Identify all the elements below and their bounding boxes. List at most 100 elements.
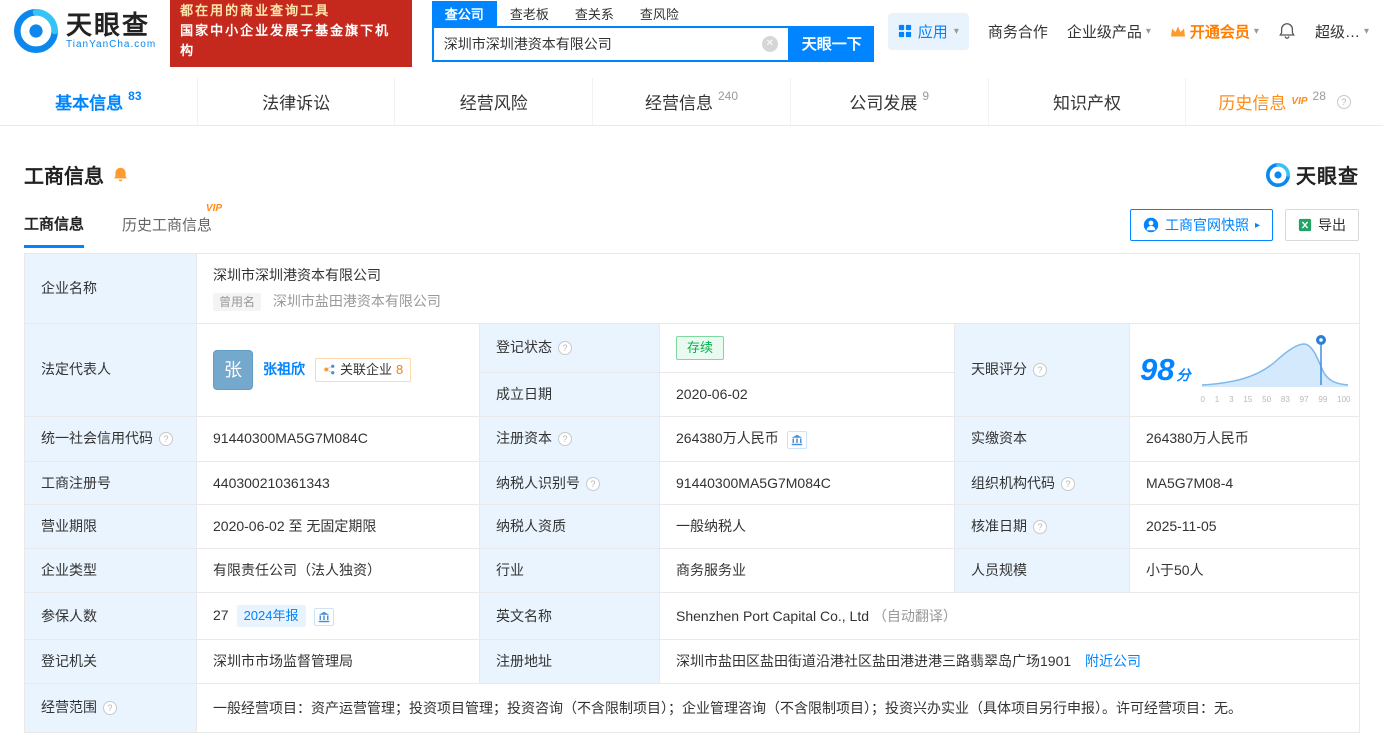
help-icon[interactable]: ?	[558, 432, 572, 447]
credit-code-label: 统一社会信用代码?	[24, 415, 197, 462]
header: 天眼查 TianYanCha.com 都在用的商业查询工具 国家中小企业发展子基…	[0, 0, 1383, 68]
industry-value: 商务服务业	[659, 548, 955, 594]
promo-banner: 都在用的商业查询工具 国家中小企业发展子基金旗下机构	[170, 0, 412, 68]
credit-code-value: 91440300MA5G7M084C	[196, 415, 480, 462]
subtab-row: 工商信息 历史工商信息 VIP 工商官网快照 ▸ 导出	[24, 203, 1359, 248]
company-type-value: 有限责任公司（法人独资）	[196, 548, 480, 594]
open-vip-button[interactable]: 开通会员 ▾	[1170, 21, 1259, 42]
help-icon[interactable]: ?	[1033, 363, 1047, 378]
tab-label: 基本信息	[55, 94, 124, 113]
taxpayer-id-label: 纳税人识别号?	[479, 460, 660, 506]
tab-history-info[interactable]: 历史信息 VIP 28 ?	[1185, 78, 1383, 125]
taxpayer-quality-label: 纳税人资质	[479, 504, 660, 550]
arrow-right-icon: ▸	[1254, 219, 1260, 231]
legal-rep-name-link[interactable]: 张祖欣	[263, 360, 305, 379]
notification-bell-icon[interactable]	[1278, 22, 1296, 40]
person-badge-icon	[1143, 217, 1159, 233]
export-button[interactable]: 导出	[1285, 209, 1359, 241]
help-icon[interactable]: ?	[558, 341, 572, 356]
status-cell: 存续	[659, 323, 955, 373]
business-scope-value: 一般经营项目：资产运营管理；投资项目管理；投资咨询（不含限制项目）；企业管理咨询…	[195, 682, 1361, 734]
chevron-down-icon: ▾	[1145, 25, 1151, 37]
table-row: 营业期限 2020-06-02 至 无固定期限 纳税人资质 一般纳税人 核准日期…	[24, 504, 1361, 550]
tianyancha-logo[interactable]: 天眼查 TianYanCha.com	[14, 9, 156, 53]
tab-label: 经营信息	[645, 94, 713, 113]
excel-icon	[1298, 218, 1312, 232]
search-button[interactable]: 天眼一下	[789, 25, 874, 62]
label-text: 企业类型	[41, 562, 97, 579]
tab-operating-risk[interactable]: 经营风险	[394, 78, 592, 125]
tab-legal-proceedings[interactable]: 法律诉讼	[196, 78, 395, 125]
insured-label: 参保人数	[24, 592, 197, 640]
tab-operating-info[interactable]: 经营信息 240	[592, 78, 790, 125]
related-count: 8	[396, 362, 404, 378]
status-label: 登记状态?	[479, 323, 660, 373]
paid-capital-label: 实缴资本	[954, 415, 1130, 462]
established-label: 成立日期	[479, 371, 660, 417]
announcement-bell-icon[interactable]	[112, 166, 129, 183]
search-tab-company[interactable]: 查公司	[431, 0, 497, 26]
search-tab-boss[interactable]: 查老板	[497, 1, 562, 26]
subtab-history-business-info[interactable]: 历史工商信息 VIP	[122, 203, 222, 246]
official-snapshot-button[interactable]: 工商官网快照 ▸	[1129, 209, 1273, 241]
apps-button[interactable]: 应用 ▾	[887, 12, 969, 50]
label-text: 英文名称	[496, 607, 552, 624]
tab-basic-info[interactable]: 基本信息 83	[0, 78, 197, 125]
section-head: 工商信息 天眼查	[24, 160, 1359, 189]
bank-icon[interactable]	[786, 430, 807, 449]
bank-icon[interactable]	[313, 608, 334, 627]
reg-capital-label: 注册资本?	[479, 415, 660, 462]
annual-report-tag[interactable]: 2024年报	[236, 605, 306, 627]
related-company-tag[interactable]: 关联企业 8	[315, 358, 412, 382]
watermark-brand-name: 天眼查	[1296, 166, 1359, 188]
help-icon[interactable]: ?	[1336, 94, 1351, 109]
search-input[interactable]	[443, 35, 762, 52]
search-tab-relation[interactable]: 查关系	[562, 1, 627, 26]
legal-rep-avatar[interactable]: 张	[213, 349, 253, 390]
tab-intellectual-property[interactable]: 知识产权	[987, 78, 1186, 125]
reg-number-label: 工商注册号	[24, 460, 197, 506]
help-icon[interactable]: ?	[159, 432, 173, 447]
label-text: 统一社会信用代码	[41, 430, 153, 447]
label-text: 组织机构代码	[971, 474, 1055, 491]
label-text: 登记状态	[496, 339, 552, 356]
label-text: 人员规模	[971, 562, 1027, 579]
tab-label: 历史信息	[1218, 94, 1287, 113]
label-text: 实缴资本	[971, 430, 1027, 447]
link-super-vip[interactable]: 超级… ▾	[1315, 21, 1369, 42]
company-name-label: 企业名称	[24, 252, 197, 325]
tab-company-development[interactable]: 公司发展 9	[789, 78, 988, 125]
score-label: 天眼评分?	[954, 323, 1130, 417]
auto-translate-note: （自动翻译）	[872, 607, 957, 624]
chevron-down-icon: ▾	[1363, 25, 1369, 37]
subtab-business-info[interactable]: 工商信息	[24, 213, 85, 248]
label-text: 经营范围	[41, 699, 97, 716]
clear-icon[interactable]: ✕	[761, 35, 778, 52]
chevron-down-icon: ▾	[1253, 25, 1259, 37]
search-box: ✕	[431, 25, 790, 62]
reg-address-label: 注册地址	[479, 638, 660, 684]
nearby-company-link[interactable]: 附近公司	[1085, 653, 1141, 669]
company-name-value: 深圳市深圳港资本有限公司	[213, 267, 381, 283]
taxpayer-quality-value: 一般纳税人	[659, 504, 955, 550]
snapshot-label: 工商官网快照	[1164, 217, 1249, 233]
help-icon[interactable]: ?	[586, 476, 600, 491]
reg-authority-label: 登记机关	[24, 638, 197, 684]
link-business-cooperation[interactable]: 商务合作	[988, 21, 1048, 42]
table-row: 企业类型 有限责任公司（法人独资） 行业 商务服务业 人员规模 小于50人	[24, 548, 1361, 594]
company-section-tabs: 基本信息 83 法律诉讼 经营风险 经营信息 240 公司发展 9 知识产权 历…	[0, 78, 1383, 126]
help-icon[interactable]: ?	[103, 701, 117, 716]
search-tab-risk[interactable]: 查风险	[627, 1, 692, 26]
score-unit: 分	[1176, 366, 1191, 383]
business-scope-label: 经营范围?	[24, 682, 197, 734]
established-value: 2020-06-02	[659, 371, 955, 417]
label-text: 注册资本	[496, 430, 552, 447]
help-icon[interactable]: ?	[1061, 476, 1075, 491]
link-enterprise-product[interactable]: 企业级产品 ▾	[1067, 21, 1151, 42]
label-text: 核准日期	[971, 518, 1027, 535]
score-number: 98	[1140, 351, 1175, 387]
org-code-value: MA5G7M08-4	[1128, 460, 1361, 506]
promo-line-1: 都在用的商业查询工具	[180, 2, 331, 18]
table-row: 法定代表人 张 张祖欣 关联企业 8 登记状态? 存续 天眼评分 ? 98 分 …	[24, 323, 1361, 417]
help-icon[interactable]: ?	[1033, 520, 1047, 535]
